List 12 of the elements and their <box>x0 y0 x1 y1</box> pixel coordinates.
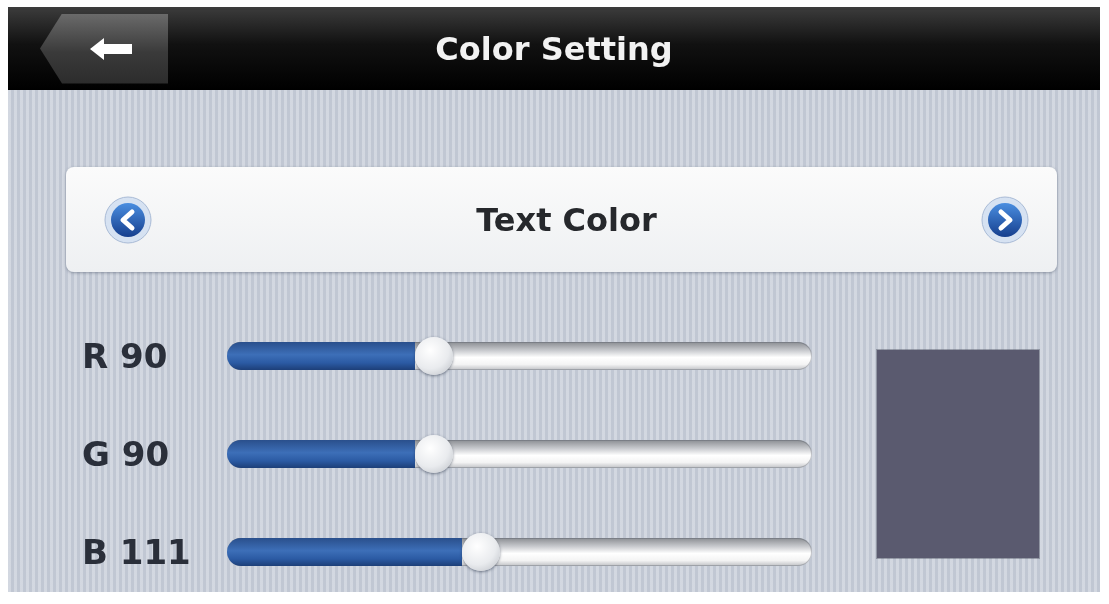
slider-thumb[interactable] <box>462 533 501 571</box>
selected-option-label: Text Color <box>476 200 657 239</box>
slider-label: G 90 <box>81 434 171 474</box>
slider-label: B 111 <box>81 532 192 572</box>
slider-thumb[interactable] <box>414 337 453 375</box>
screen-title: Color Setting <box>435 29 673 68</box>
arrow-left-icon <box>90 37 132 60</box>
back-button[interactable] <box>40 13 168 84</box>
slider-label: R 90 <box>81 336 169 376</box>
chevron-right-icon[interactable] <box>981 195 1029 244</box>
chevron-left-icon[interactable] <box>104 195 152 244</box>
slider-thumb[interactable] <box>414 435 453 473</box>
